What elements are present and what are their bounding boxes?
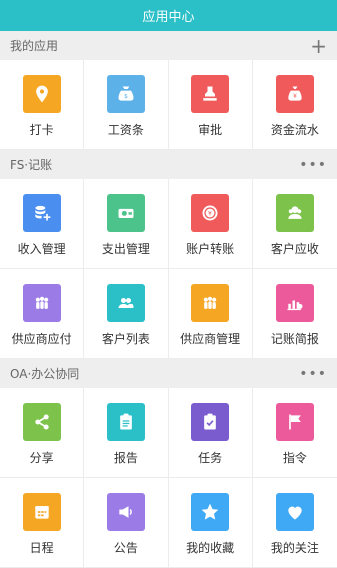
app-tile[interactable]: ¥ 账户转账 bbox=[168, 179, 253, 269]
section-header: FS·记账 ••• bbox=[0, 150, 337, 179]
cash-icon bbox=[106, 194, 145, 232]
app-tile[interactable]: 日程 bbox=[0, 478, 85, 568]
app-tile[interactable]: 公告 bbox=[84, 478, 169, 568]
document-icon bbox=[106, 403, 145, 441]
app-sections: 我的应用 + 打卡 $ 工资条 审批 ¥ 资金流水 FS·记账 ••• 收入管理 支出管理 ¥ 账户转账客… bbox=[0, 31, 337, 568]
app-label: 报告 bbox=[113, 451, 138, 465]
app-tile[interactable]: 打卡 bbox=[0, 60, 85, 150]
location-pin-icon bbox=[22, 75, 61, 113]
app-tile[interactable]: 我的关注 bbox=[252, 478, 337, 568]
app-label: 打卡 bbox=[29, 123, 54, 137]
app-tile[interactable]: $ 工资条 bbox=[84, 60, 169, 150]
app-label: 日程 bbox=[29, 541, 54, 555]
app-label: 账户转账 bbox=[186, 242, 235, 256]
app-label: 工资条 bbox=[107, 123, 144, 137]
stamp-icon bbox=[191, 75, 230, 113]
app-label: 任务 bbox=[198, 451, 223, 465]
app-label: 客户应收 bbox=[270, 242, 319, 256]
megaphone-icon bbox=[106, 493, 145, 531]
heart-icon bbox=[275, 493, 314, 531]
app-tile[interactable]: 客户列表 bbox=[84, 269, 169, 359]
app-tile[interactable]: 供应商应付 bbox=[0, 269, 85, 359]
app-label: 供应商应付 bbox=[11, 332, 72, 346]
app-tile[interactable]: 收入管理 bbox=[0, 179, 85, 269]
money-bag-icon: $ bbox=[106, 75, 145, 113]
app-label: 指令 bbox=[282, 451, 307, 465]
section-header: OA·办公协同 ••• bbox=[0, 359, 337, 388]
app-tile[interactable]: 支出管理 bbox=[84, 179, 169, 269]
svg-text:$: $ bbox=[124, 94, 128, 100]
app-tile[interactable]: 供应商管理 bbox=[168, 269, 253, 359]
customer-receivable-icon bbox=[275, 194, 314, 232]
app-label: 资金流水 bbox=[270, 123, 319, 137]
svg-text:¥: ¥ bbox=[293, 94, 297, 100]
app-label: 供应商管理 bbox=[180, 332, 241, 346]
app-label: 支出管理 bbox=[101, 242, 150, 256]
app-grid: 打卡 $ 工资条 审批 ¥ 资金流水 bbox=[0, 60, 337, 150]
app-tile[interactable]: 任务 bbox=[168, 388, 253, 478]
app-label: 我的收藏 bbox=[186, 541, 235, 555]
app-label: 记账简报 bbox=[270, 332, 319, 346]
app-label: 分享 bbox=[29, 451, 54, 465]
page-title: 应用中心 bbox=[142, 10, 195, 25]
app-tile[interactable]: ¥ 资金流水 bbox=[252, 60, 337, 150]
add-app-button[interactable]: + bbox=[310, 36, 327, 56]
app-label: 公告 bbox=[113, 541, 138, 555]
money-sack-icon: ¥ bbox=[275, 75, 314, 113]
calendar-icon bbox=[22, 493, 61, 531]
app-tile[interactable]: 报告 bbox=[84, 388, 169, 478]
flag-icon bbox=[275, 403, 314, 441]
app-label: 收入管理 bbox=[17, 242, 66, 256]
app-grid: 收入管理 支出管理 ¥ 账户转账 客户应收供应商应付 客户列表 供应商管理 记账简报 bbox=[0, 179, 337, 359]
app-tile[interactable]: 分享 bbox=[0, 388, 85, 478]
share-icon bbox=[22, 403, 61, 441]
app-tile[interactable]: 我的收藏 bbox=[168, 478, 253, 568]
app-tile[interactable]: 审批 bbox=[168, 60, 253, 150]
more-options-button[interactable]: ••• bbox=[299, 366, 327, 382]
section-title: FS·记账 bbox=[10, 158, 53, 172]
app-tile[interactable]: 记账简报 bbox=[252, 269, 337, 359]
app-label: 我的关注 bbox=[270, 541, 319, 555]
star-icon bbox=[191, 493, 230, 531]
clipboard-check-icon bbox=[191, 403, 230, 441]
more-options-button[interactable]: ••• bbox=[299, 157, 327, 173]
app-grid: 分享 报告 任务 指令日程 公告 我的收藏 我的关注 bbox=[0, 388, 337, 568]
supplier-icon bbox=[191, 284, 230, 322]
app-label: 审批 bbox=[198, 123, 223, 137]
section-title: OA·办公协同 bbox=[10, 367, 80, 381]
coins-plus-icon bbox=[22, 194, 61, 232]
app-tile[interactable]: 指令 bbox=[252, 388, 337, 478]
supplier-payable-icon bbox=[22, 284, 61, 322]
section-title: 我的应用 bbox=[10, 39, 59, 53]
section-header: 我的应用 + bbox=[0, 31, 337, 60]
customer-list-icon bbox=[106, 284, 145, 322]
svg-text:¥: ¥ bbox=[208, 212, 212, 218]
app-tile[interactable]: 客户应收 bbox=[252, 179, 337, 269]
report-chart-icon bbox=[275, 284, 314, 322]
app-center-header: 应用中心 bbox=[0, 0, 337, 31]
transfer-icon: ¥ bbox=[191, 194, 230, 232]
app-label: 客户列表 bbox=[101, 332, 150, 346]
